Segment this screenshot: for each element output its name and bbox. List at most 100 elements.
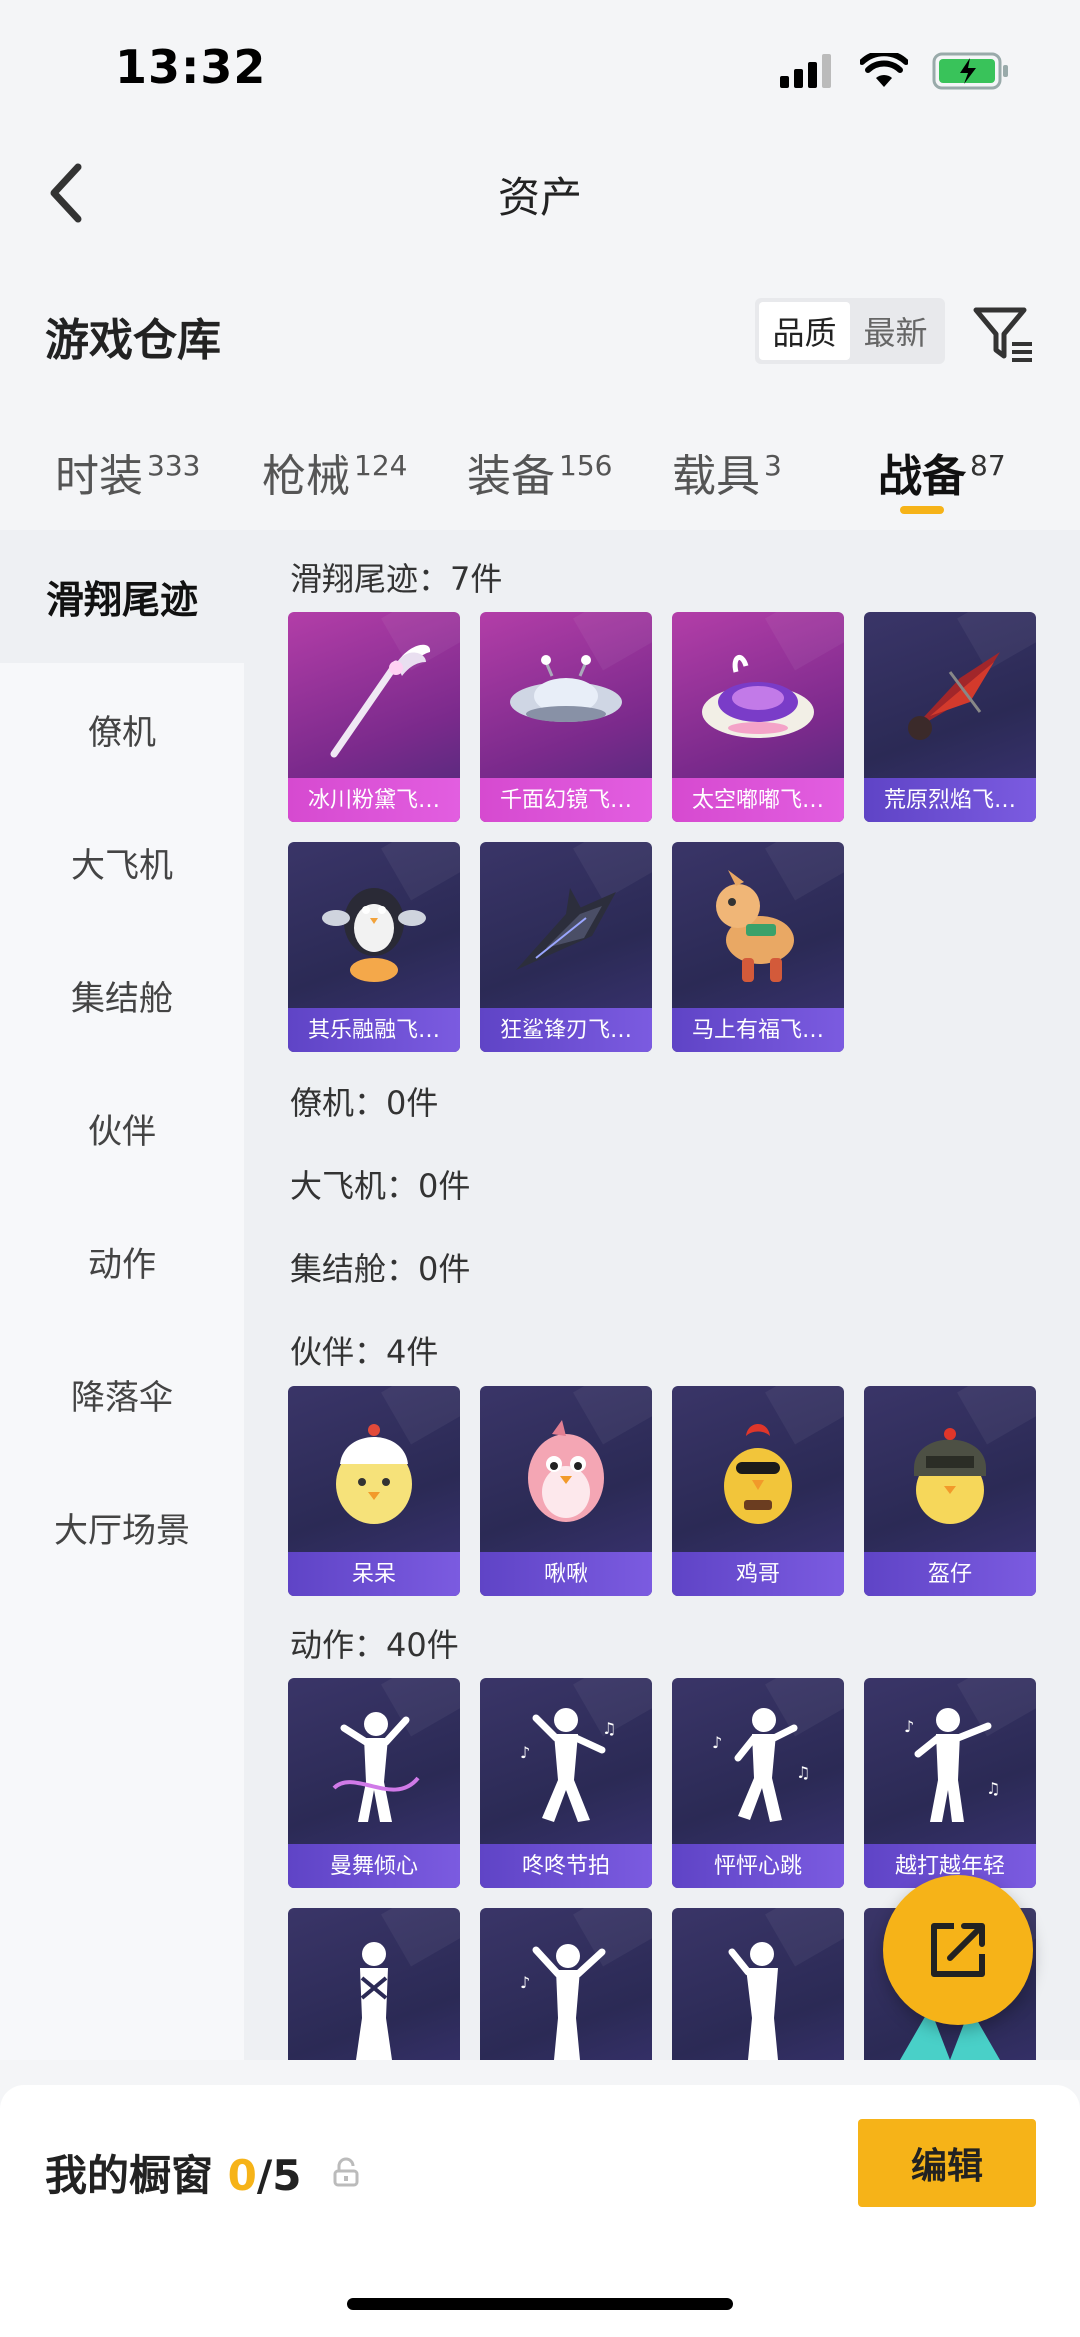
item-card[interactable]: 鸡哥 <box>672 1386 844 1596</box>
staff-icon <box>314 632 434 764</box>
tab-readiness[interactable]: 战备 87 <box>878 440 1006 504</box>
showcase-label: 我的橱窗 0/5 <box>45 2142 301 2203</box>
tab-active-indicator <box>900 506 944 514</box>
rooster-icon <box>698 1406 818 1538</box>
item-name: 冰川粉黛飞… <box>307 788 440 813</box>
status-time: 13:32 <box>115 40 267 94</box>
status-icons <box>780 52 1010 90</box>
item-name: 荒原烈焰飞… <box>883 788 1016 813</box>
item-name: 千面幻镜飞… <box>499 788 632 813</box>
svg-text:♪: ♪ <box>520 1743 530 1762</box>
item-card[interactable]: ♪ ♫ 咚咚节拍 <box>480 1678 652 1888</box>
signal-icon <box>780 54 831 88</box>
item-name: 狂鲨锋刃飞… <box>499 1018 632 1043</box>
svg-text:♪: ♪ <box>712 1733 722 1752</box>
dancer-icon: ♪ ♫ <box>890 1698 1010 1830</box>
showcase-title: 我的橱窗 <box>45 2151 214 2200</box>
tab-equipment[interactable]: 装备 156 <box>467 440 612 504</box>
item-name: 怦怦心跳 <box>713 1854 802 1879</box>
item-card[interactable]: ♪ <box>480 1908 652 2060</box>
item-card[interactable]: 冰川粉黛飞… <box>288 612 460 822</box>
sidebar-item-partner[interactable]: 伙伴 <box>0 1062 244 1195</box>
item-card[interactable]: 马上有福飞… <box>672 842 844 1052</box>
sidebar: 滑翔尾迹 僚机 大飞机 集结舱 伙伴 动作 降落伞 大厅场景 <box>0 530 244 2060</box>
svg-text:♫: ♫ <box>796 1763 810 1782</box>
warehouse-title: 游戏仓库 <box>45 315 221 366</box>
showcase-total-count: /5 <box>256 2151 302 2200</box>
sidebar-item-big-plane[interactable]: 大飞机 <box>0 796 244 929</box>
tab-count: 124 <box>354 449 408 483</box>
share-button[interactable] <box>883 1875 1033 2025</box>
item-card[interactable]: 狂鲨锋刃飞… <box>480 842 652 1052</box>
lock-icon <box>333 2157 359 2187</box>
item-name: 太空嘟嘟飞… <box>691 788 824 813</box>
item-name: 啾啾 <box>543 1562 588 1587</box>
item-name: 盔仔 <box>927 1562 972 1587</box>
svg-text:♫: ♫ <box>602 1719 616 1738</box>
sort-quality-button[interactable]: 品质 <box>759 302 850 360</box>
item-card[interactable]: ♪ ♫ 怦怦心跳 <box>672 1678 844 1888</box>
tab-label: 战备 <box>878 451 966 502</box>
item-card[interactable]: 盔仔 <box>864 1386 1036 1596</box>
tab-vehicles[interactable]: 载具 3 <box>672 440 782 504</box>
flame-wing-icon <box>890 632 1010 764</box>
item-card[interactable]: 啾啾 <box>480 1386 652 1596</box>
category-tabs: 时装 333 枪械 124 装备 156 载具 3 战备 87 <box>0 420 1080 530</box>
dancer-icon <box>314 1928 434 2060</box>
sidebar-item-wingman[interactable]: 僚机 <box>0 663 244 796</box>
section-title-partner: 伙伴：4件 <box>290 1333 439 1371</box>
home-indicator <box>347 2298 733 2310</box>
sidebar-item-emote[interactable]: 动作 <box>0 1195 244 1328</box>
section-title-glide: 滑翔尾迹：7件 <box>290 560 503 598</box>
item-card[interactable]: 荒原烈焰飞… <box>864 612 1036 822</box>
sidebar-item-assembly-pod[interactable]: 集结舱 <box>0 929 244 1062</box>
svg-text:♫: ♫ <box>986 1779 1000 1798</box>
wifi-icon <box>860 53 908 87</box>
page-title: 资产 <box>497 173 582 222</box>
section-title-plane: 大飞机：0件 <box>290 1167 471 1205</box>
item-name: 呆呆 <box>351 1562 396 1587</box>
share-icon <box>931 1923 985 1977</box>
tab-count: 333 <box>147 449 201 483</box>
item-card[interactable] <box>672 1908 844 2060</box>
section-title-emote: 动作：40件 <box>290 1626 459 1664</box>
showcase-used-count: 0 <box>227 2151 257 2200</box>
tab-guns[interactable]: 枪械 124 <box>262 440 407 504</box>
battery-icon <box>932 52 1008 90</box>
sidebar-item-parachute[interactable]: 降落伞 <box>0 1328 244 1461</box>
tab-label: 载具 <box>672 451 760 502</box>
tab-label: 枪械 <box>262 451 350 502</box>
svg-text:♪: ♪ <box>904 1717 914 1736</box>
chick-icon <box>314 1406 434 1538</box>
horse-icon <box>698 862 818 994</box>
filter-button[interactable] <box>970 300 1036 366</box>
item-name: 马上有福飞… <box>691 1018 824 1043</box>
penguin-icon <box>314 862 434 994</box>
edit-button[interactable]: 编辑 <box>858 2119 1036 2207</box>
sort-newest-button[interactable]: 最新 <box>850 302 941 360</box>
section-title-pod: 集结舱：0件 <box>290 1250 471 1288</box>
item-card[interactable]: 千面幻镜飞… <box>480 612 652 822</box>
section-title-wingman: 僚机：0件 <box>290 1084 439 1122</box>
sidebar-item-glide-trail[interactable]: 滑翔尾迹 <box>0 530 244 663</box>
item-card[interactable]: ♪ ♫ 越打越年轻 <box>864 1678 1036 1888</box>
filter-icon <box>973 307 1032 362</box>
status-bar: 13:32 <box>0 0 1080 140</box>
tab-count: 87 <box>970 449 1006 483</box>
ufo-icon <box>506 632 626 764</box>
dancer-icon: ♪ ♫ <box>698 1698 818 1830</box>
item-card[interactable]: 太空嘟嘟飞… <box>672 612 844 822</box>
dancer-icon <box>314 1698 434 1830</box>
sort-toggle: 品质 最新 <box>755 298 945 364</box>
dancer-icon <box>698 1928 818 2060</box>
item-card[interactable]: 呆呆 <box>288 1386 460 1596</box>
item-card[interactable] <box>288 1908 460 2060</box>
tab-count: 156 <box>559 449 613 483</box>
sidebar-item-lobby-scene[interactable]: 大厅场景 <box>0 1461 244 1594</box>
item-card[interactable]: 曼舞倾心 <box>288 1678 460 1888</box>
nav-bar: 资产 <box>0 140 1080 250</box>
tab-fashion[interactable]: 时装 333 <box>55 440 200 504</box>
item-name: 曼舞倾心 <box>329 1854 418 1879</box>
svg-text:♪: ♪ <box>520 1973 530 1992</box>
item-card[interactable]: 其乐融融飞… <box>288 842 460 1052</box>
